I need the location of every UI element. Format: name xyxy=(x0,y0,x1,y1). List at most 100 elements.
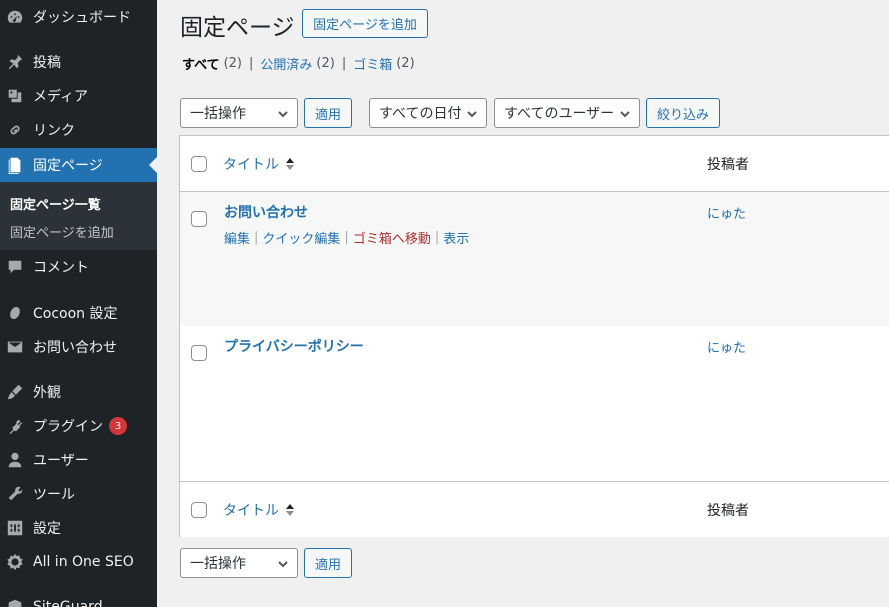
filter-button[interactable]: 絞り込み xyxy=(646,98,720,128)
filter-published[interactable]: 公開済み xyxy=(260,54,312,73)
menu-contact[interactable]: お問い合わせ xyxy=(0,330,157,364)
row-author-link[interactable]: にゅた xyxy=(707,203,746,222)
apply-button-bottom[interactable]: 適用 xyxy=(304,548,352,578)
user-icon xyxy=(5,450,25,470)
media-icon xyxy=(5,86,25,106)
chevron-down-icon xyxy=(277,558,289,570)
menu-media-label: メディア xyxy=(33,89,89,105)
filter-published-count: (2) xyxy=(316,56,335,71)
sort-icon xyxy=(286,504,294,516)
action-separator: | xyxy=(344,230,349,245)
action-separator: | xyxy=(254,230,259,245)
row-checkbox[interactable] xyxy=(191,345,207,361)
pin-icon xyxy=(5,52,25,72)
filter-separator: | xyxy=(341,56,347,71)
select-all-checkbox-footer[interactable] xyxy=(191,502,207,518)
cocoon-icon xyxy=(5,303,25,323)
menu-appearance[interactable]: 外観 xyxy=(0,375,157,409)
gear-icon xyxy=(5,552,25,572)
page-icon xyxy=(5,155,25,175)
menu-siteguard-label: SiteGuard xyxy=(33,599,103,607)
menu-comments[interactable]: コメント xyxy=(0,250,157,284)
menu-media[interactable]: メディア xyxy=(0,79,157,113)
menu-tools-label: ツール xyxy=(33,487,75,503)
bulk-action-value: 一括操作 xyxy=(190,556,246,572)
menu-links-label: リンク xyxy=(33,123,75,139)
dashboard-icon xyxy=(5,7,25,27)
wrench-icon xyxy=(5,484,25,504)
menu-cocoon[interactable]: Cocoon 設定 xyxy=(0,296,157,330)
filter-all-count: (2) xyxy=(223,56,242,71)
column-title-footer[interactable]: タイトル xyxy=(223,500,295,520)
column-author-footer: 投稿者 xyxy=(707,503,749,519)
row-actions: 編集 | クイック編集 | ゴミ箱へ移動 | 表示 xyxy=(224,228,469,247)
status-filters: すべて (2) | 公開済み (2) | ゴミ箱 (2) xyxy=(182,54,415,73)
menu-tools[interactable]: ツール xyxy=(0,477,157,511)
menu-posts[interactable]: 投稿 xyxy=(0,45,157,79)
column-title-label: タイトル xyxy=(223,503,279,519)
admin-sidebar: ダッシュボード 投稿 メディア リンク 固定ページ 固定ページ一覧 固定ページを… xyxy=(0,0,157,607)
row-title-link[interactable]: お問い合わせ xyxy=(224,202,308,222)
row-author-link[interactable]: にゅた xyxy=(707,337,746,356)
menu-aioseo[interactable]: All in One SEO xyxy=(0,545,157,579)
comment-icon xyxy=(5,257,25,277)
date-filter-value: すべての日付 xyxy=(379,106,462,122)
link-icon xyxy=(5,120,25,140)
mail-icon xyxy=(5,337,25,357)
menu-cocoon-label: Cocoon 設定 xyxy=(33,306,118,322)
table-footer: タイトル 投稿者 xyxy=(180,481,889,537)
menu-dashboard-label: ダッシュボード xyxy=(33,10,131,26)
trash-link[interactable]: ゴミ箱へ移動 xyxy=(353,228,431,247)
pages-submenu: 固定ページ一覧 固定ページを追加 xyxy=(0,182,157,250)
apply-button[interactable]: 適用 xyxy=(304,98,352,128)
menu-appearance-label: 外観 xyxy=(33,385,61,401)
menu-dashboard[interactable]: ダッシュボード xyxy=(0,0,157,34)
menu-links[interactable]: リンク xyxy=(0,113,157,147)
menu-siteguard[interactable]: SiteGuard xyxy=(0,590,157,607)
menu-contact-label: お問い合わせ xyxy=(33,340,117,356)
bulk-action-select[interactable]: 一括操作 xyxy=(180,98,298,128)
user-filter-select[interactable]: すべてのユーザー xyxy=(494,98,640,128)
plugin-icon xyxy=(5,416,25,436)
select-all-checkbox[interactable] xyxy=(191,156,207,172)
column-author-header: 投稿者 xyxy=(707,157,749,173)
chevron-down-icon xyxy=(619,108,631,120)
chevron-down-icon xyxy=(277,108,289,120)
menu-settings-label: 設定 xyxy=(33,521,61,537)
sort-icon xyxy=(286,158,294,170)
quick-edit-link[interactable]: クイック編集 xyxy=(262,228,340,247)
bulk-action-select-bottom[interactable]: 一括操作 xyxy=(180,548,298,578)
brush-icon xyxy=(5,382,25,402)
filter-trash[interactable]: ゴミ箱 xyxy=(353,54,392,73)
menu-pages[interactable]: 固定ページ xyxy=(0,148,157,182)
table-row: プライバシーポリシー にゅた xyxy=(180,326,889,481)
column-title-header[interactable]: タイトル xyxy=(223,154,295,174)
action-separator: | xyxy=(434,230,440,245)
table-header: タイトル 投稿者 xyxy=(180,136,889,192)
plugin-update-badge: 3 xyxy=(109,417,127,435)
menu-users[interactable]: ユーザー xyxy=(0,443,157,477)
menu-plugins[interactable]: プラグイン 3 xyxy=(0,409,157,443)
filter-separator: | xyxy=(249,56,254,71)
main-content: 固定ページ 固定ページを追加 すべて (2) | 公開済み (2) | ゴミ箱 … xyxy=(157,0,889,607)
table-row: お問い合わせ 編集 | クイック編集 | ゴミ箱へ移動 | 表示 にゅた xyxy=(180,192,889,326)
column-title-label: タイトル xyxy=(223,157,279,173)
filter-all[interactable]: すべて xyxy=(182,54,220,73)
add-page-button[interactable]: 固定ページを追加 xyxy=(302,9,428,38)
chevron-down-icon xyxy=(466,108,478,120)
menu-users-label: ユーザー xyxy=(33,453,89,469)
view-link[interactable]: 表示 xyxy=(443,228,469,247)
row-checkbox[interactable] xyxy=(191,211,207,227)
menu-plugins-label: プラグイン xyxy=(33,419,103,435)
user-filter-value: すべてのユーザー xyxy=(504,106,615,122)
menu-comments-label: コメント xyxy=(33,260,89,276)
menu-settings[interactable]: 設定 xyxy=(0,511,157,545)
row-title-link[interactable]: プライバシーポリシー xyxy=(224,336,364,356)
edit-link[interactable]: 編集 xyxy=(224,228,250,247)
submenu-all-pages[interactable]: 固定ページ一覧 xyxy=(10,194,101,213)
date-filter-select[interactable]: すべての日付 xyxy=(369,98,487,128)
menu-pages-label: 固定ページ xyxy=(33,158,103,174)
shield-icon xyxy=(5,597,25,607)
submenu-add-page[interactable]: 固定ページを追加 xyxy=(10,222,114,241)
menu-posts-label: 投稿 xyxy=(33,55,61,71)
